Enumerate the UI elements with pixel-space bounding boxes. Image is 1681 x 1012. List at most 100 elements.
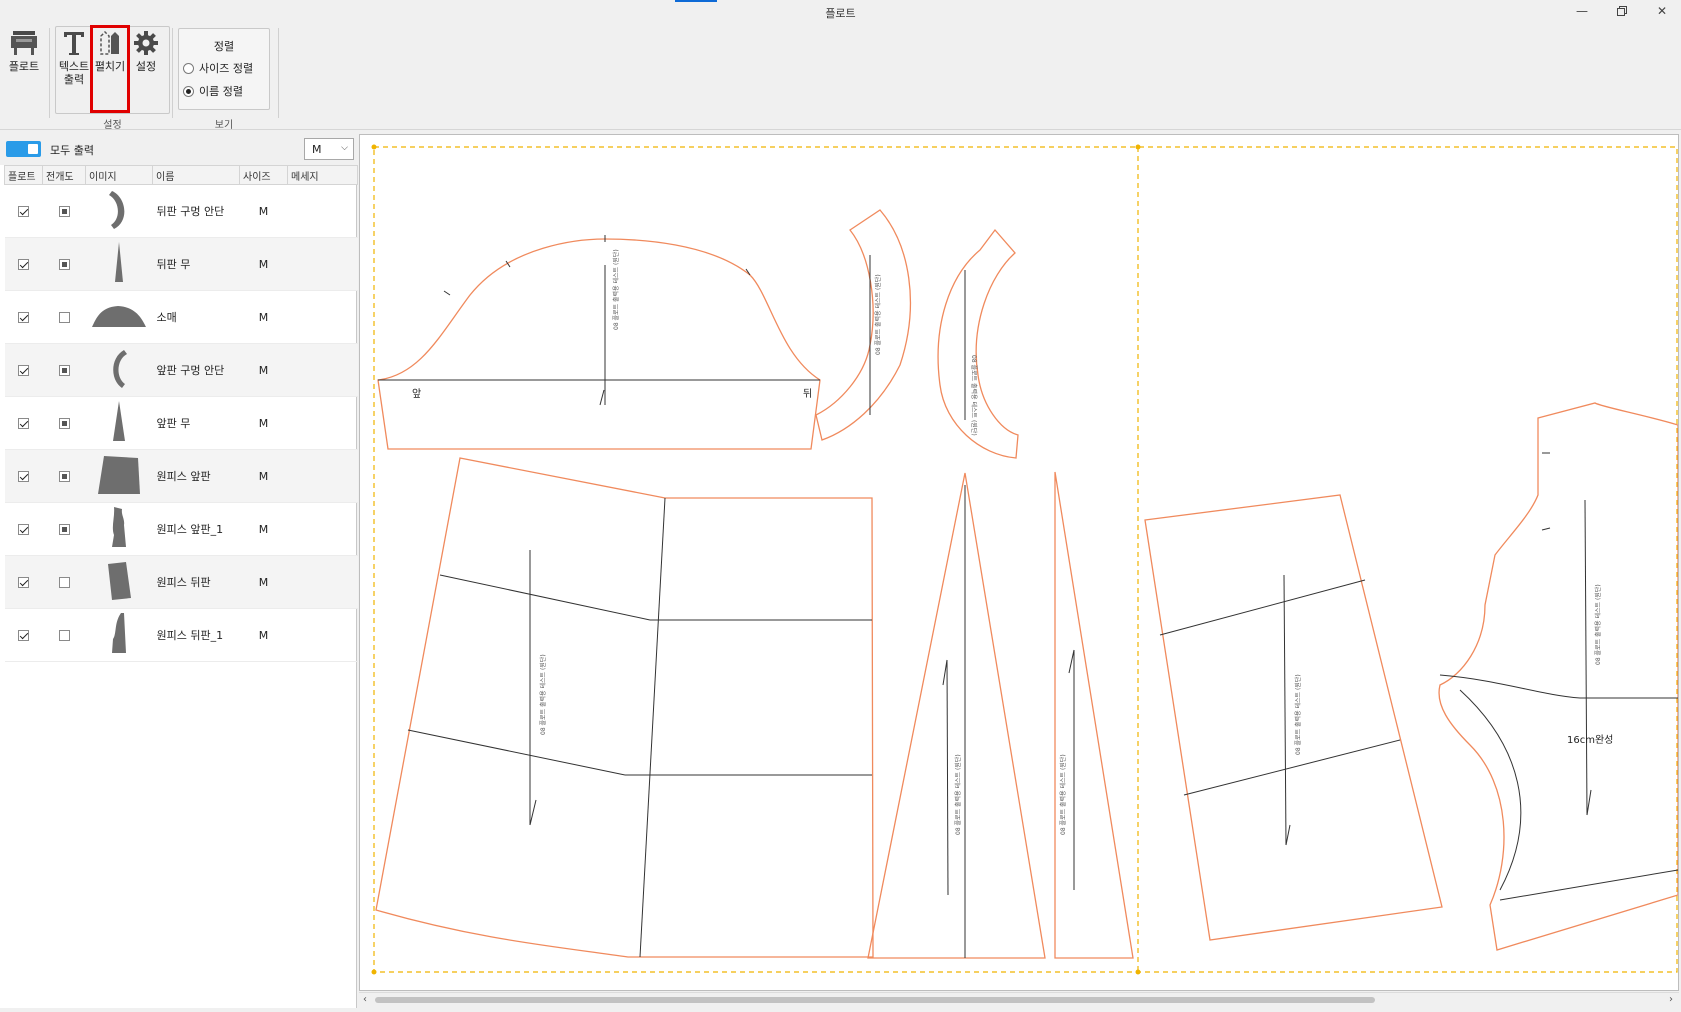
horizontal-scrollbar[interactable]: ‹ › [359, 992, 1679, 1008]
ribbon: 플로트 텍스트 출력 펼치기 설정 설정 정렬 사이즈 정렬 이름 정렬 보기 [0, 22, 1681, 131]
guide-lines [378, 235, 1678, 958]
text-icon [62, 28, 86, 58]
col-plot[interactable]: 플로트 [4, 165, 43, 185]
pattern-message [287, 237, 358, 291]
pattern-name: 원피스 뒤판_1 [152, 608, 240, 662]
unfold-checkbox[interactable] [58, 311, 70, 323]
finish-annotation: 16cm완성 [1567, 735, 1614, 746]
svg-text:08 플로트 출력용 테스트 (원단): 08 플로트 출력용 테스트 (원단) [1594, 584, 1602, 665]
window-title: 플로트 [825, 7, 856, 20]
pattern-table: 플로트 전개도 이미지 이름 사이즈 메세지 뒤판 구멍 안단 M 뒤판 무 M… [4, 165, 358, 662]
size-sort-radio[interactable]: 사이즈 정렬 [183, 60, 253, 76]
col-image[interactable]: 이미지 [85, 165, 153, 185]
unfold-checkbox[interactable] [58, 629, 70, 641]
list-toolbar: 모두 출력 M ⌵ [0, 131, 357, 165]
pattern-size: M [239, 608, 288, 662]
pattern-message [287, 396, 358, 450]
scroll-left-icon[interactable]: ‹ [363, 994, 367, 1005]
pattern-size: M [239, 502, 288, 556]
pattern-size: M [239, 555, 288, 609]
col-name[interactable]: 이름 [152, 165, 240, 185]
table-header: 플로트 전개도 이미지 이름 사이즈 메세지 [4, 165, 358, 185]
svg-text:08 플로트 출력용 테스트 (원단): 08 플로트 출력용 테스트 (원단) [954, 754, 962, 835]
table-row[interactable]: 원피스 뒤판_1 M [4, 608, 358, 662]
sleeve-front-label: 앞 [412, 389, 422, 400]
page-border [373, 146, 1678, 973]
ribbon-separator [49, 28, 50, 118]
pattern-name: 원피스 앞판_1 [152, 502, 240, 556]
unfold-checkbox[interactable] [58, 417, 70, 429]
pattern-message [287, 608, 358, 662]
pattern-message [287, 555, 358, 609]
view-group-label: 보기 [214, 120, 234, 131]
size-sort-label: 사이즈 정렬 [199, 62, 254, 75]
pattern-name: 앞판 구멍 안단 [152, 343, 240, 397]
svg-text:08 플로트 출력용 테스트 (원단): 08 플로트 출력용 테스트 (원단) [612, 249, 620, 330]
plot-checkbox[interactable] [18, 417, 29, 429]
restore-button[interactable] [1605, 2, 1639, 20]
scroll-thumb[interactable] [375, 997, 1375, 1003]
pattern-thumbnail [85, 396, 153, 450]
pattern-message [287, 184, 358, 238]
pattern-message [287, 290, 358, 344]
col-unfold[interactable]: 전개도 [42, 165, 86, 185]
pattern-thumbnail [85, 290, 153, 344]
plot-checkbox[interactable] [18, 205, 29, 217]
svg-text:08 플로트 출력용 테스트 (원단): 08 플로트 출력용 테스트 (원단) [1294, 674, 1302, 755]
pattern-size: M [239, 396, 288, 450]
plot-checkbox[interactable] [18, 311, 29, 323]
settings-label: 설정 [135, 60, 157, 73]
text-output-button[interactable]: 텍스트 출력 [58, 28, 90, 86]
table-row[interactable]: 원피스 앞판 M [4, 449, 358, 503]
pattern-list-panel: 모두 출력 M ⌵ 플로트 전개도 이미지 이름 사이즈 메세지 뒤판 구멍 안… [0, 131, 358, 1008]
plot-checkbox[interactable] [18, 258, 29, 270]
table-row[interactable]: 원피스 앞판_1 M [4, 502, 358, 556]
table-row[interactable]: 앞판 구멍 안단 M [4, 343, 358, 397]
all-print-toggle[interactable] [6, 141, 41, 157]
plot-checkbox[interactable] [18, 364, 29, 376]
unfold-checkbox[interactable] [58, 523, 70, 535]
plot-button[interactable]: 플로트 [6, 28, 42, 73]
pattern-size: M [239, 343, 288, 397]
plotter-icon [10, 28, 38, 58]
sleeve-back-label: 뒤 [803, 389, 813, 400]
plot-checkbox[interactable] [18, 470, 29, 482]
size-select[interactable]: M ⌵ [304, 138, 354, 160]
plot-checkbox[interactable] [18, 629, 29, 641]
pattern-name: 원피스 뒤판 [152, 555, 240, 609]
col-message[interactable]: 메세지 [287, 165, 358, 185]
scroll-right-icon[interactable]: › [1669, 994, 1673, 1005]
svg-text:08 플로트 출력용 테스트 (원단): 08 플로트 출력용 테스트 (원단) [970, 355, 978, 436]
settings-button[interactable]: 설정 [129, 28, 163, 73]
col-size[interactable]: 사이즈 [239, 165, 288, 185]
pattern-size: M [239, 449, 288, 503]
name-sort-label: 이름 정렬 [199, 85, 243, 98]
svg-text:08 플로트 출력용 테스트 (원단): 08 플로트 출력용 테스트 (원단) [539, 654, 547, 735]
unfold-checkbox[interactable] [58, 258, 70, 270]
pattern-name: 원피스 앞판 [152, 449, 240, 503]
pattern-size: M [239, 184, 288, 238]
pattern-thumbnail [85, 502, 153, 556]
unfold-checkbox[interactable] [58, 470, 70, 482]
unfold-checkbox[interactable] [58, 576, 70, 588]
pattern-message [287, 502, 358, 556]
table-row[interactable]: 뒤판 무 M [4, 237, 358, 291]
minimize-button[interactable]: — [1565, 2, 1599, 20]
gear-icon [133, 28, 159, 58]
name-sort-radio[interactable]: 이름 정렬 [183, 83, 243, 99]
pattern-outlines [375, 209, 1678, 959]
radio-indicator [183, 62, 194, 74]
table-row[interactable]: 뒤판 구멍 안단 M [4, 184, 358, 238]
table-row[interactable]: 원피스 뒤판 M [4, 555, 358, 609]
unfold-checkbox[interactable] [58, 364, 70, 376]
plot-canvas[interactable]: 08 플로트 출력용 테스트 (원단) 08 플로트 출력용 테스트 (원단) … [359, 134, 1679, 991]
pattern-size: M [239, 237, 288, 291]
unfold-checkbox[interactable] [58, 205, 70, 217]
chevron-down-icon: ⌵ [341, 143, 348, 153]
plot-checkbox[interactable] [18, 576, 29, 588]
all-print-label: 모두 출력 [50, 144, 94, 157]
close-button[interactable]: ✕ [1645, 2, 1679, 20]
table-row[interactable]: 소매 M [4, 290, 358, 344]
plot-checkbox[interactable] [18, 523, 29, 535]
table-row[interactable]: 앞판 무 M [4, 396, 358, 450]
